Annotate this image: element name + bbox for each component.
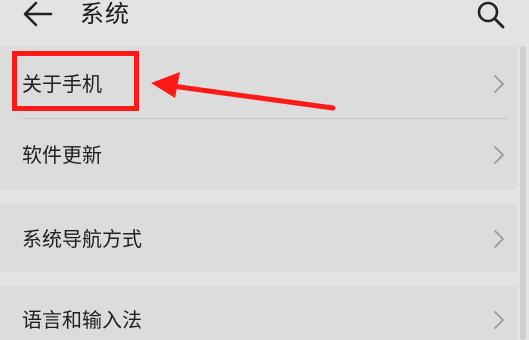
settings-group-navigation: 系统导航方式 xyxy=(0,204,517,272)
settings-group-language: 语言和输入法 xyxy=(0,286,517,340)
settings-item-software-update[interactable]: 软件更新 xyxy=(0,119,517,190)
annotation-highlight-box xyxy=(12,51,139,111)
scrollbar[interactable] xyxy=(520,46,526,340)
chevron-right-icon xyxy=(494,230,504,248)
settings-item-navigation-mode[interactable]: 系统导航方式 xyxy=(0,204,517,272)
chevron-right-icon xyxy=(494,311,504,329)
settings-item-label: 软件更新 xyxy=(22,143,102,167)
settings-item-label: 系统导航方式 xyxy=(22,227,142,251)
chevron-right-icon xyxy=(494,75,504,93)
search-icon[interactable] xyxy=(474,0,508,30)
settings-item-label: 语言和输入法 xyxy=(22,308,142,332)
settings-item-language-input[interactable]: 语言和输入法 xyxy=(0,286,517,340)
chevron-right-icon xyxy=(494,146,504,164)
page-title: 系统 xyxy=(80,0,130,28)
back-arrow-icon[interactable] xyxy=(20,0,54,30)
top-bar: 系统 xyxy=(0,0,529,36)
